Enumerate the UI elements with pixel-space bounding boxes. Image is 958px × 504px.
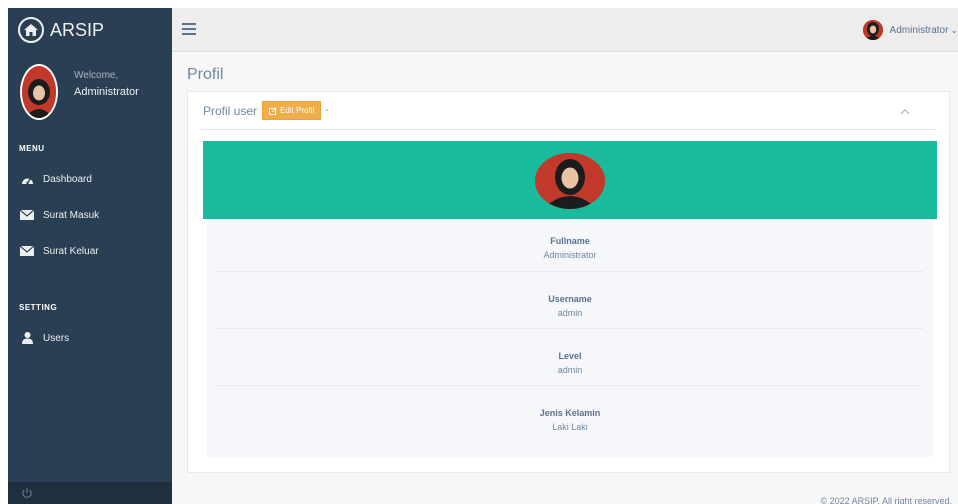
- profile-field: Fullname Administrator: [217, 236, 923, 260]
- sidebar-item-label: Surat Masuk: [43, 209, 100, 221]
- field-value: admin: [557, 365, 583, 375]
- profile-field: Level admin: [217, 351, 923, 375]
- dashboard-icon: [19, 173, 35, 185]
- field-value: Administrator: [543, 250, 597, 260]
- nav-username: Administrator: [889, 24, 949, 36]
- avatar: [20, 64, 58, 120]
- page-title: Profil: [187, 66, 224, 83]
- field-label: Level: [558, 351, 582, 361]
- edit-icon: [269, 106, 277, 115]
- edit-profile-label: Edit Profil: [280, 106, 315, 115]
- field-label: Jenis Kelamin: [539, 408, 601, 418]
- sidebar-item-surat-keluar[interactable]: Surat Keluar: [8, 233, 172, 269]
- sidebar-item-label: Surat Keluar: [43, 245, 99, 257]
- profile-field: Jenis Kelamin Laki Laki: [217, 408, 923, 432]
- envelope-icon: [19, 209, 35, 221]
- sidebar-profile: Welcome, Administrator: [8, 52, 172, 140]
- profile-field: Username admin: [217, 294, 923, 318]
- sidebar-item-label: Users: [43, 332, 70, 344]
- welcome-text: Welcome,: [74, 70, 119, 81]
- profile-info: Fullname Administrator Username admin Le…: [207, 219, 933, 457]
- sidebar-item-users[interactable]: Users: [8, 320, 172, 356]
- divider: [217, 328, 923, 329]
- sidebar: ARSIP Welcome, Administrator MENU Dashbo…: [8, 8, 172, 504]
- divider: [217, 271, 923, 272]
- profile-photo: [535, 153, 605, 209]
- menu-toggle-icon[interactable]: [182, 23, 196, 35]
- chevron-down-icon: ⌄: [950, 24, 958, 35]
- home-icon: [18, 17, 44, 43]
- sidebar-item-surat-masuk[interactable]: Surat Masuk: [8, 197, 172, 233]
- menu-section-title: MENU: [19, 144, 45, 153]
- power-icon[interactable]: [18, 484, 36, 502]
- welcome-username: Administrator: [74, 86, 139, 98]
- user-menu-dropdown[interactable]: Administrator ⌄: [862, 20, 958, 40]
- main-content: Profil Profil user Edit Profil - Fullnam…: [172, 52, 958, 504]
- divider: [201, 129, 936, 130]
- edit-profile-button[interactable]: Edit Profil: [262, 101, 322, 120]
- panel-dash: -: [325, 105, 329, 116]
- setting-menu: Users: [8, 320, 172, 356]
- setting-section-title: SETTING: [19, 303, 58, 312]
- top-nav: Administrator ⌄: [172, 8, 958, 52]
- brand-title: ARSIP: [50, 19, 105, 40]
- envelope-icon: [19, 245, 35, 257]
- sidebar-item-dashboard[interactable]: Dashboard: [8, 161, 172, 197]
- divider: [217, 385, 923, 386]
- field-label: Fullname: [550, 236, 590, 246]
- main-menu: Dashboard Surat Masuk Surat Keluar: [8, 161, 172, 269]
- field-value: Laki Laki: [552, 422, 588, 432]
- copyright-text: © 2022 ARSIP. All right reserved.: [820, 496, 952, 504]
- panel-title: Profil user: [203, 103, 258, 118]
- user-icon: [19, 332, 35, 344]
- profile-cover: [203, 141, 937, 219]
- brand[interactable]: ARSIP: [8, 8, 172, 52]
- field-value: admin: [557, 308, 583, 318]
- panel-header: Profil user Edit Profil -: [203, 101, 329, 120]
- chevron-up-icon[interactable]: [899, 104, 911, 115]
- profile-panel: Profil user Edit Profil - Fullname Admin…: [187, 91, 950, 473]
- avatar: [862, 20, 883, 40]
- field-label: Username: [548, 294, 592, 304]
- sidebar-item-label: Dashboard: [43, 173, 92, 185]
- sidebar-footer: [8, 482, 172, 504]
